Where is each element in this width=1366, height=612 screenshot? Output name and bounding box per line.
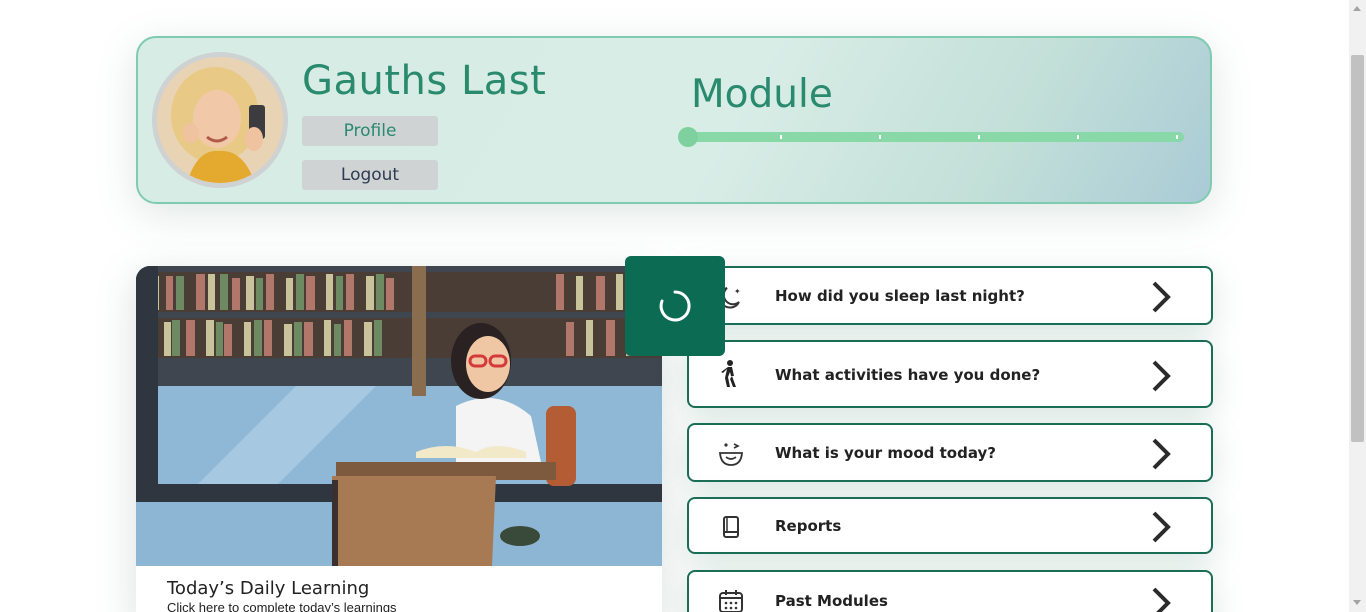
avatar[interactable] — [152, 52, 288, 188]
mood-face-icon — [719, 443, 743, 466]
learning-caption: Today’s Daily Learning Click here to com… — [136, 566, 662, 612]
progress-tick — [780, 135, 782, 139]
chevron-right-icon — [1152, 281, 1171, 313]
menu-label: What activities have you done? — [775, 366, 1041, 384]
menu-item-sleep[interactable]: ✦ How did you sleep last night? — [687, 266, 1213, 325]
menu-label: Past Modules — [775, 592, 888, 610]
profile-button[interactable]: Profile — [302, 116, 438, 146]
library-illustration — [136, 266, 662, 566]
dashboard-page: Gauths Last Profile Logout Module Today’… — [0, 0, 1366, 612]
scroll-up-arrow-icon[interactable] — [1353, 6, 1361, 11]
menu-label: How did you sleep last night? — [775, 287, 1025, 305]
learning-title: Today’s Daily Learning — [167, 578, 370, 599]
book-icon — [723, 516, 739, 538]
module-progress-bar — [678, 127, 1184, 147]
chevron-right-icon — [1152, 587, 1171, 612]
progress-thumb — [678, 127, 698, 147]
menu-item-mood[interactable]: What is your mood today? — [687, 423, 1213, 482]
menu-item-reports[interactable]: Reports — [687, 497, 1213, 554]
menu-item-past-modules[interactable]: Past Modules — [687, 570, 1213, 612]
svg-text:✦: ✦ — [734, 287, 741, 296]
user-name: Gauths Last — [302, 58, 547, 104]
learning-subtitle: Click here to complete today’s learnings — [167, 600, 397, 612]
chevron-right-icon — [1152, 438, 1171, 470]
menu-label: Reports — [775, 517, 842, 535]
calendar-icon — [719, 590, 743, 612]
module-title: Module — [691, 72, 833, 117]
menu-item-activities[interactable]: What activities have you done? — [687, 340, 1213, 408]
loading-spinner — [625, 256, 725, 356]
progress-tick — [879, 135, 881, 139]
progress-tick — [1176, 135, 1178, 139]
progress-tick — [978, 135, 980, 139]
progress-tick — [1077, 135, 1079, 139]
spinner-icon — [659, 290, 691, 322]
walking-person-icon — [721, 360, 736, 387]
scroll-thumb[interactable] — [1351, 55, 1364, 442]
avatar-image — [157, 57, 283, 183]
menu-label: What is your mood today? — [775, 444, 996, 462]
chevron-right-icon — [1152, 511, 1171, 543]
vertical-scrollbar[interactable] — [1349, 0, 1366, 612]
chevron-right-icon — [1152, 360, 1171, 392]
logout-button[interactable]: Logout — [302, 160, 438, 190]
scroll-down-arrow-icon[interactable] — [1353, 600, 1361, 605]
profile-header-card: Gauths Last Profile Logout Module — [136, 36, 1212, 204]
daily-learning-card[interactable]: Today’s Daily Learning Click here to com… — [136, 266, 662, 612]
